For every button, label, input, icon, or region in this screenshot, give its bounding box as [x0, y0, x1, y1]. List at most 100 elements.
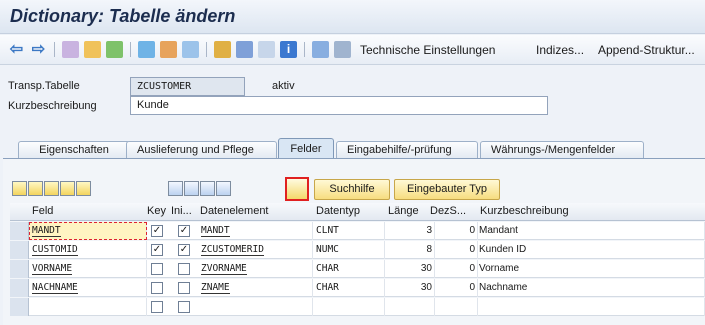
search-help-button[interactable]: Suchhilfe	[314, 179, 390, 200]
key-checkbox[interactable]	[151, 282, 163, 294]
tab-eigenschaften[interactable]: Eigenschaften	[18, 141, 130, 159]
row-selector[interactable]	[10, 279, 29, 297]
status-text: aktiv	[272, 80, 295, 92]
table-row[interactable]: MANDT ✓ ✓ MANDT CLNT 3 0 Mandant	[10, 222, 705, 240]
short-description-cell[interactable]: Nachname	[478, 279, 705, 297]
table-row[interactable]	[10, 298, 705, 316]
column-icon[interactable]	[216, 181, 231, 196]
data-element-cell[interactable]: MANDT	[198, 222, 313, 240]
short-desc-input[interactable]: Kunde	[130, 96, 548, 115]
data-element-cell[interactable]: ZNAME	[198, 279, 313, 297]
table-header: Feld Key Ini... Datenelement Datentyp Lä…	[10, 203, 705, 221]
row-selector[interactable]	[10, 241, 29, 259]
delete-row-icon[interactable]	[76, 181, 91, 196]
data-type-cell[interactable]: CLNT	[313, 222, 385, 240]
table-type-label: Transp.Tabelle	[8, 80, 80, 92]
decimals-cell[interactable]: 0	[435, 241, 478, 259]
col-feld[interactable]: Feld	[32, 205, 53, 217]
cut-icon[interactable]	[12, 181, 27, 196]
copy-icon[interactable]	[28, 181, 43, 196]
activate-icon[interactable]	[106, 41, 123, 58]
col-kurzbeschreibung[interactable]: Kurzbeschreibung	[480, 205, 569, 217]
where-used-icon[interactable]	[160, 41, 177, 58]
search-help-key-icon[interactable]	[285, 177, 309, 201]
data-element-cell[interactable]	[198, 298, 313, 316]
window-title: Dictionary: Tabelle ändern	[10, 6, 236, 26]
builtin-type-button[interactable]: Eingebauter Typ	[394, 179, 500, 200]
key-checkbox[interactable]: ✓	[151, 225, 163, 237]
indexes-button[interactable]: Indizes...	[536, 43, 584, 57]
other-object-icon[interactable]	[62, 41, 79, 58]
hierarchy-icon[interactable]	[182, 41, 199, 58]
col-dezstellen[interactable]: DezS...	[430, 205, 466, 217]
initial-checkbox[interactable]: ✓	[178, 225, 190, 237]
data-type-cell[interactable]: CHAR	[313, 279, 385, 297]
initial-checkbox[interactable]	[178, 282, 190, 294]
decimals-cell[interactable]: 0	[435, 279, 478, 297]
short-description-cell[interactable]	[478, 298, 705, 316]
sort-icon[interactable]	[168, 181, 183, 196]
data-element-cell[interactable]: ZCUSTOMERID	[198, 241, 313, 259]
data-element-cell[interactable]: ZVORNAME	[198, 260, 313, 278]
short-description-cell[interactable]: Vorname	[478, 260, 705, 278]
col-key[interactable]: Key	[147, 205, 166, 217]
key-checkbox[interactable]: ✓	[151, 244, 163, 256]
entry-list-icon[interactable]	[312, 41, 329, 58]
length-cell[interactable]	[385, 298, 435, 316]
field-name-cell[interactable]	[29, 298, 147, 316]
append-structure-button[interactable]: Append-Struktur...	[598, 43, 695, 57]
tree-icon[interactable]	[214, 41, 231, 58]
decimals-cell[interactable]	[435, 298, 478, 316]
deselect-icon[interactable]	[200, 181, 215, 196]
technical-settings-button[interactable]: Technische Einstellungen	[360, 43, 495, 57]
col-datenelement[interactable]: Datenelement	[200, 205, 269, 217]
field-name-cell[interactable]: NACHNAME	[29, 279, 147, 297]
decimals-cell[interactable]: 0	[435, 222, 478, 240]
table-name-field: ZCUSTOMER	[130, 77, 245, 96]
info-icon[interactable]: i	[280, 41, 297, 58]
initial-checkbox[interactable]	[178, 263, 190, 275]
decimals-cell[interactable]: 0	[435, 260, 478, 278]
length-cell[interactable]: 3	[385, 222, 435, 240]
row-selector[interactable]	[10, 222, 29, 240]
application-toolbar: ⇦ ⇨ i Technische Einstellungen Indizes..…	[0, 35, 705, 65]
field-name-cell[interactable]: VORNAME	[29, 260, 147, 278]
key-checkbox[interactable]	[151, 301, 163, 313]
display-change-icon[interactable]	[84, 41, 101, 58]
list-icon[interactable]	[236, 41, 253, 58]
data-type-cell[interactable]: CHAR	[313, 260, 385, 278]
check-icon[interactable]	[138, 41, 155, 58]
table-contents-icon[interactable]	[334, 41, 351, 58]
length-cell[interactable]: 30	[385, 279, 435, 297]
length-cell[interactable]: 8	[385, 241, 435, 259]
initial-checkbox[interactable]: ✓	[178, 244, 190, 256]
row-selector[interactable]	[10, 260, 29, 278]
paste-icon[interactable]	[44, 181, 59, 196]
col-datentyp[interactable]: Datentyp	[316, 205, 360, 217]
row-selector[interactable]	[10, 298, 29, 316]
short-description-cell[interactable]: Mandant	[478, 222, 705, 240]
tab-auslieferung[interactable]: Auslieferung und Pflege	[126, 141, 277, 159]
data-type-cell[interactable]: NUMC	[313, 241, 385, 259]
forward-icon[interactable]: ⇨	[30, 41, 47, 58]
col-laenge[interactable]: Länge	[388, 205, 419, 217]
insert-row-icon[interactable]	[60, 181, 75, 196]
back-icon[interactable]: ⇦	[8, 41, 25, 58]
tab-eingabehilfe[interactable]: Eingabehilfe/-prüfung	[336, 141, 478, 159]
table-row[interactable]: VORNAME ZVORNAME CHAR 30 0 Vorname	[10, 260, 705, 278]
display-object-icon[interactable]	[258, 41, 275, 58]
table-row[interactable]: CUSTOMID ✓ ✓ ZCUSTOMERID NUMC 8 0 Kunden ID	[10, 241, 705, 259]
initial-checkbox[interactable]	[178, 301, 190, 313]
field-name-cell[interactable]: MANDT	[29, 222, 147, 240]
key-checkbox[interactable]	[151, 263, 163, 275]
select-all-icon[interactable]	[184, 181, 199, 196]
tab-felder[interactable]: Felder	[278, 138, 334, 160]
tab-strip: Eigenschaften Auslieferung und Pflege Fe…	[0, 135, 705, 160]
tab-waehrungsfelder[interactable]: Währungs-/Mengenfelder	[480, 141, 644, 159]
length-cell[interactable]: 30	[385, 260, 435, 278]
short-description-cell[interactable]: Kunden ID	[478, 241, 705, 259]
data-type-cell[interactable]	[313, 298, 385, 316]
table-row[interactable]: NACHNAME ZNAME CHAR 30 0 Nachname	[10, 279, 705, 297]
field-name-cell[interactable]: CUSTOMID	[29, 241, 147, 259]
col-init[interactable]: Ini...	[171, 205, 192, 217]
